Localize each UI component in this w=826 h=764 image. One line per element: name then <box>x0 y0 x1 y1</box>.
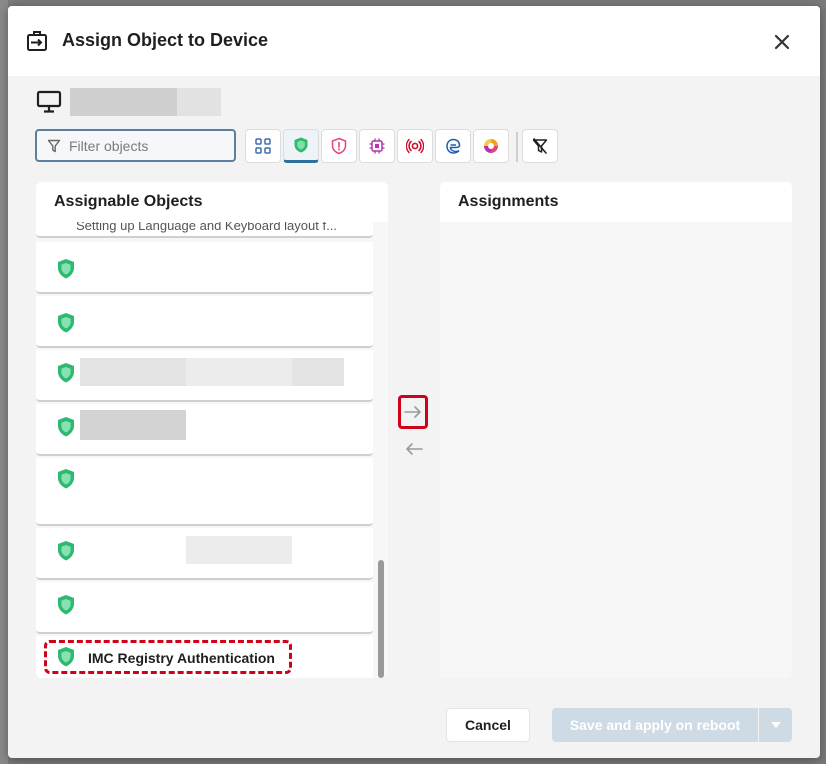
arrow-right-icon <box>404 406 421 418</box>
save-and-apply-button[interactable]: Save and apply on reboot <box>552 708 758 742</box>
monitor-icon <box>36 90 62 113</box>
filter-clear-icon <box>532 138 548 154</box>
type-filter-all[interactable] <box>245 129 281 163</box>
clear-filters-button[interactable] <box>522 129 558 163</box>
shield-icon <box>58 647 74 667</box>
item-label-redacted <box>80 410 186 440</box>
shield-alert-icon <box>331 137 347 155</box>
assignments-list[interactable] <box>440 222 792 678</box>
assignments-panel: Assignments <box>440 182 792 678</box>
shield-icon <box>58 259 74 279</box>
dialog-header: Assign Object to Device <box>8 6 820 76</box>
type-filter-network[interactable] <box>397 129 433 163</box>
list-item[interactable] <box>36 458 373 526</box>
shield-icon <box>58 595 74 615</box>
arrow-left-icon <box>406 443 423 455</box>
item-label-redacted <box>186 536 292 564</box>
item-label-redacted <box>292 358 344 386</box>
shield-icon <box>58 363 74 383</box>
list-item[interactable] <box>36 350 373 402</box>
cancel-button[interactable]: Cancel <box>446 708 530 742</box>
list-item[interactable] <box>36 242 373 294</box>
device-name-redacted <box>70 88 177 116</box>
shield-icon <box>294 137 308 153</box>
assignable-objects-list[interactable]: Setting up Language and Keyboard layout … <box>36 222 388 678</box>
list-item-imc-registry-authentication[interactable]: IMC Registry Authentication <box>36 636 373 678</box>
close-icon[interactable] <box>770 30 794 54</box>
type-filter-policy[interactable] <box>321 129 357 163</box>
palette-icon <box>484 139 498 153</box>
list-item-label: IMC Registry Authentication <box>88 650 275 666</box>
list-item[interactable] <box>36 582 373 634</box>
assign-arrow-box-icon <box>27 31 47 51</box>
list-item[interactable] <box>36 528 373 580</box>
save-options-dropdown[interactable] <box>759 708 792 742</box>
filter-input[interactable] <box>69 137 229 154</box>
list-item[interactable]: Setting up Language and Keyboard layout … <box>36 222 373 238</box>
filter-box <box>35 129 236 162</box>
caret-down-icon <box>770 722 781 728</box>
list-item-label: Setting up Language and Keyboard layout … <box>76 222 337 233</box>
assign-button[interactable] <box>398 395 428 429</box>
item-label-redacted <box>80 358 186 386</box>
funnel-icon <box>47 139 61 152</box>
list-item[interactable] <box>36 296 373 348</box>
assignable-objects-title: Assignable Objects <box>36 182 388 222</box>
background-app <box>0 0 8 764</box>
toolbar-separator <box>516 132 518 162</box>
item-label-redacted <box>186 358 292 386</box>
type-filter-palette[interactable] <box>473 129 509 163</box>
shield-icon <box>58 417 74 437</box>
shield-icon <box>58 313 74 333</box>
scrollbar-thumb[interactable] <box>378 560 384 678</box>
assignments-title: Assignments <box>440 182 792 222</box>
unassign-button[interactable] <box>401 436 427 462</box>
list-item[interactable] <box>36 404 373 456</box>
grid-icon <box>255 138 271 154</box>
type-filter-security[interactable] <box>283 129 319 163</box>
signal-icon <box>406 138 424 154</box>
type-filter-chip[interactable] <box>359 129 395 163</box>
dialog-title: Assign Object to Device <box>62 30 269 50</box>
device-name-redacted-2 <box>177 88 221 116</box>
chip-icon <box>369 138 385 154</box>
type-filter-app[interactable] <box>435 129 471 163</box>
assignable-objects-panel: Assignable Objects Setting up Language a… <box>36 182 388 678</box>
assign-object-dialog: Assign Object to Device Filter objects A… <box>8 6 820 758</box>
shield-icon <box>58 469 74 489</box>
edge-icon <box>446 138 461 154</box>
shield-icon <box>58 541 74 561</box>
